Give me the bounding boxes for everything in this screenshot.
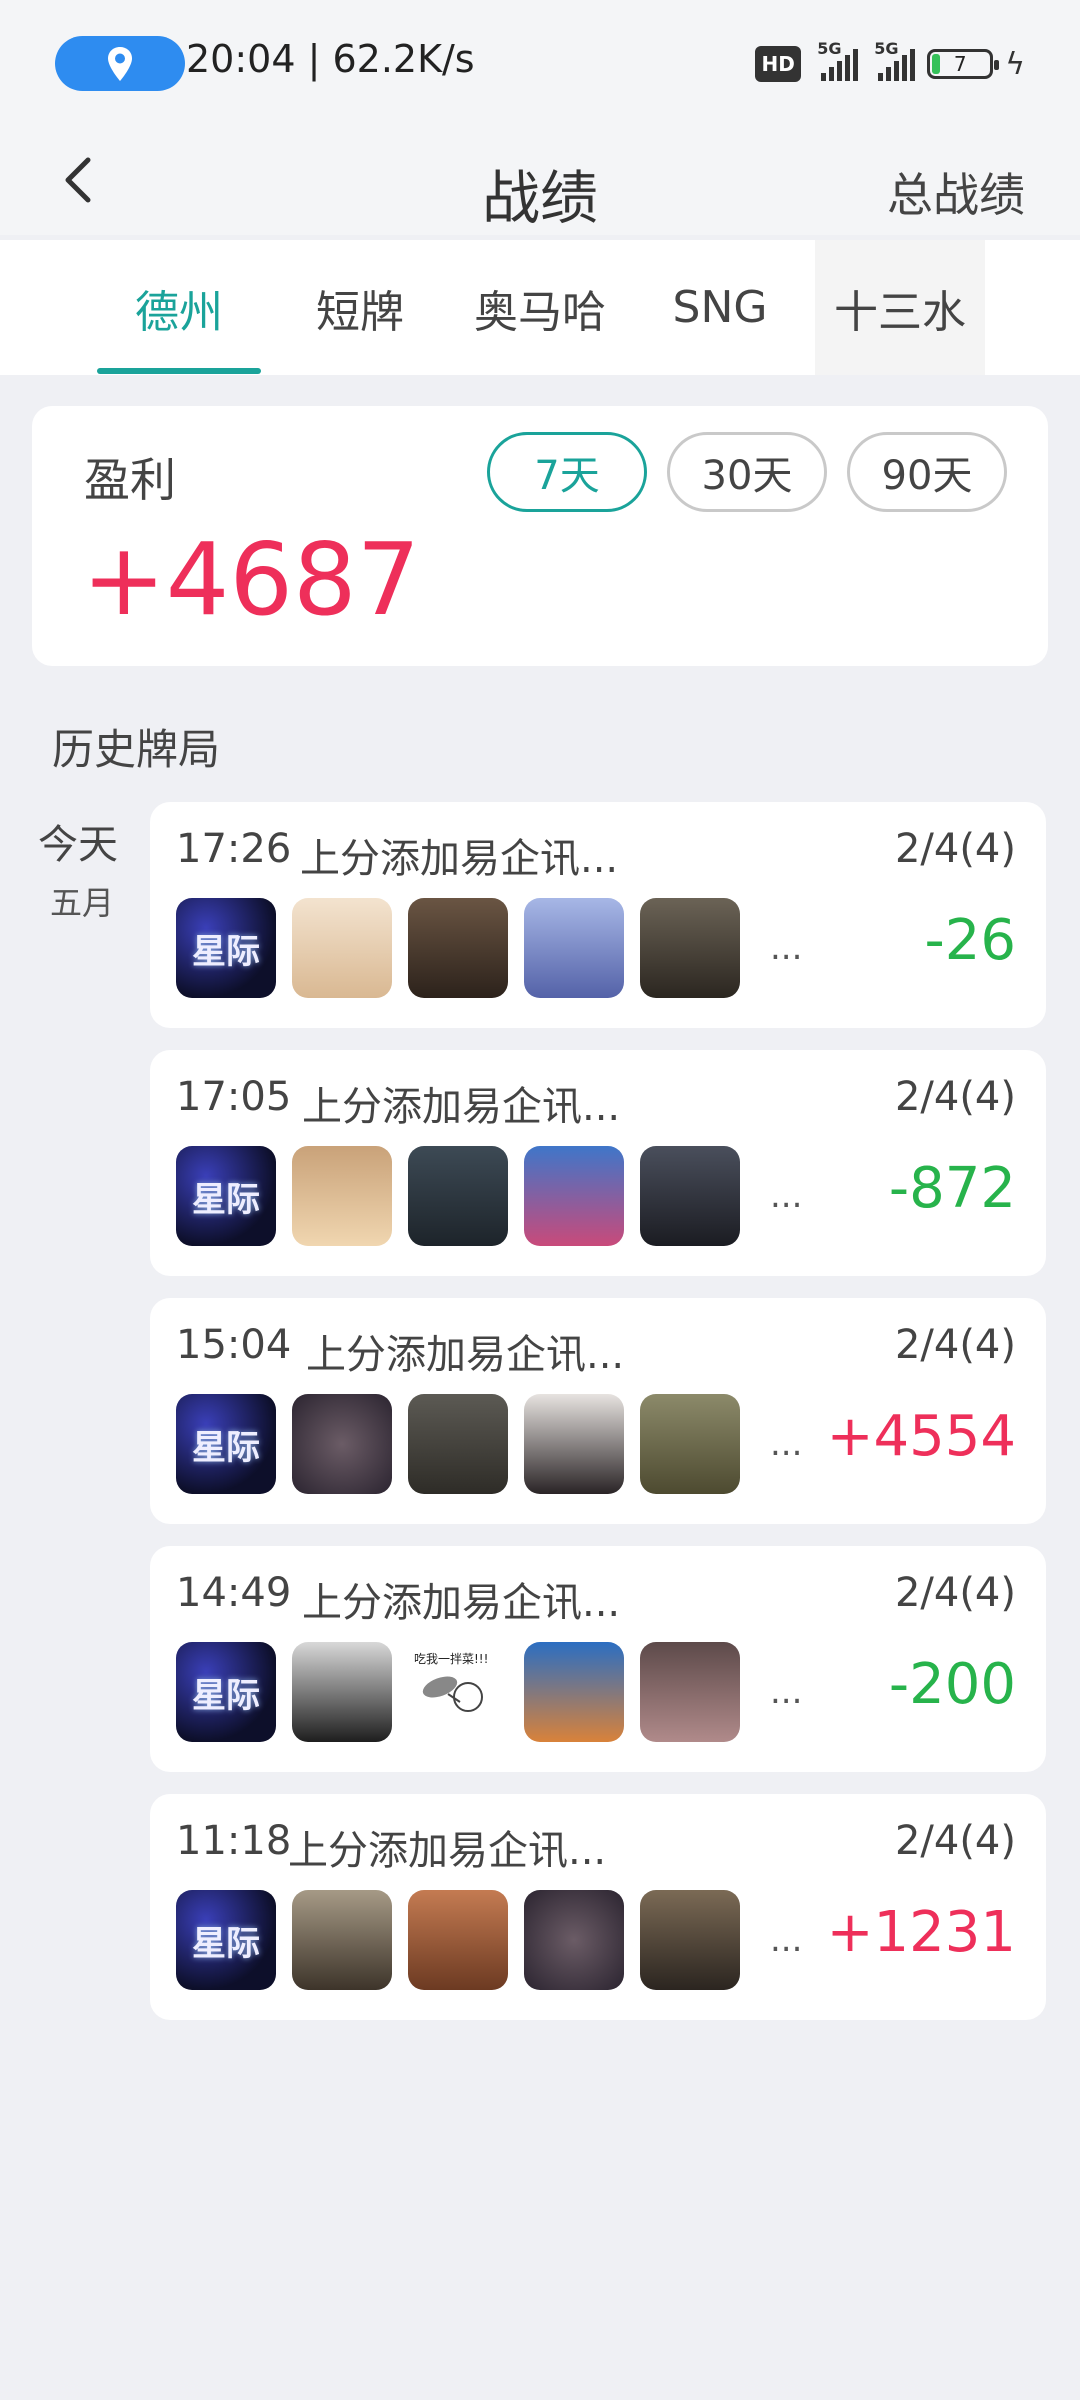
game-card[interactable]: 11:18 上分添加易企讯... 2/4(4) 星际 ... +1231 <box>150 1794 1046 2020</box>
status-bar: 20:04 | 62.2K/s HD 5G 5G 7 ϟ <box>0 0 1080 125</box>
avatar[interactable]: 星际 <box>176 1146 276 1246</box>
range-30d-button[interactable]: 30天 <box>667 432 827 512</box>
signal-1-icon: 5G <box>813 39 859 81</box>
avatar[interactable] <box>524 1394 624 1494</box>
game-player-count: 2/4(4) <box>894 1074 1016 1120</box>
location-pin-icon <box>108 47 132 81</box>
avatar[interactable]: 星际 <box>176 1394 276 1494</box>
game-name: 上分添加易企讯... <box>302 1580 621 1626</box>
avatar[interactable] <box>408 898 508 998</box>
player-avatars: 星际 ... <box>176 1394 802 1494</box>
game-time: 17:05 <box>176 1074 292 1120</box>
avatar[interactable] <box>524 1642 624 1742</box>
game-name: 上分添加易企讯... <box>288 1828 607 1874</box>
game-type-tabs: 德州 短牌 奥马哈 SNG 十三水 <box>0 240 1080 375</box>
game-player-count: 2/4(4) <box>894 826 1016 872</box>
avatar[interactable] <box>292 1642 392 1742</box>
game-card[interactable]: 17:26 上分添加易企讯... 2/4(4) 星际 ... -26 <box>150 802 1046 1028</box>
history-title: 历史牌局 <box>52 725 221 774</box>
avatar[interactable] <box>524 1890 624 1990</box>
game-player-count: 2/4(4) <box>894 1818 1016 1864</box>
more-players-ellipsis: ... <box>770 1672 803 1712</box>
game-time: 14:49 <box>176 1570 292 1616</box>
game-player-count: 2/4(4) <box>894 1322 1016 1368</box>
game-time: 17:26 <box>176 826 292 872</box>
tab-short-deck[interactable]: 短牌 <box>290 240 430 375</box>
avatar[interactable] <box>292 898 392 998</box>
avatar[interactable] <box>640 898 740 998</box>
meme-drawing <box>422 1676 483 1712</box>
game-card[interactable]: 14:49 上分添加易企讯... 2/4(4) 星际 吃我一拌菜!!! ... … <box>150 1546 1046 1772</box>
game-result: +4554 <box>826 1404 1016 1469</box>
active-tab-indicator <box>97 368 261 374</box>
total-stats-link[interactable]: 总战绩 <box>887 159 1025 225</box>
nav-bar: 战绩 总战绩 <box>0 125 1080 235</box>
game-result: +1231 <box>826 1900 1016 1965</box>
signal-2-icon: 5G <box>870 39 916 81</box>
game-card[interactable]: 17:05 上分添加易企讯... 2/4(4) 星际 ... -872 <box>150 1050 1046 1276</box>
profit-label: 盈利 <box>84 453 176 507</box>
profit-value: +4687 <box>82 521 421 638</box>
avatar[interactable] <box>524 1146 624 1246</box>
avatar[interactable] <box>292 1394 392 1494</box>
avatar[interactable] <box>408 1146 508 1246</box>
tab-thirteen[interactable]: 十三水 <box>815 240 985 375</box>
avatar[interactable] <box>640 1642 740 1742</box>
status-icons: HD 5G 5G 7 ϟ <box>755 39 1025 88</box>
game-name: 上分添加易企讯... <box>302 1084 621 1130</box>
game-name: 上分添加易企讯... <box>300 836 619 882</box>
location-pill[interactable] <box>55 36 185 91</box>
more-players-ellipsis: ... <box>770 1920 803 1960</box>
more-players-ellipsis: ... <box>770 928 803 968</box>
tab-texas[interactable]: 德州 <box>97 240 261 375</box>
battery-icon: 7 <box>927 49 1000 79</box>
avatar[interactable] <box>640 1890 740 1990</box>
game-time: 11:18 <box>176 1818 292 1864</box>
game-player-count: 2/4(4) <box>894 1570 1016 1616</box>
game-result: -872 <box>888 1156 1016 1221</box>
avatar[interactable] <box>640 1394 740 1494</box>
date-day: 今天 <box>38 822 118 868</box>
date-month: 五月 <box>50 884 115 922</box>
avatar[interactable]: 星际 <box>176 1890 276 1990</box>
battery-level: 7 <box>953 52 967 76</box>
hd-badge: HD <box>755 46 802 82</box>
avatar[interactable]: 星际 <box>176 898 276 998</box>
status-time-speed: 20:04 | 62.2K/s <box>186 37 475 81</box>
bolt-icon: ϟ <box>1005 46 1025 82</box>
avatar[interactable] <box>292 1890 392 1990</box>
game-result: -200 <box>888 1652 1016 1717</box>
game-time: 15:04 <box>176 1322 292 1368</box>
avatar[interactable] <box>524 898 624 998</box>
profit-card: 盈利 +4687 7天 30天 90天 <box>32 406 1048 666</box>
player-avatars: 星际 ... <box>176 1146 802 1246</box>
game-result: -26 <box>924 908 1016 973</box>
avatar[interactable]: 吃我一拌菜!!! <box>408 1642 508 1742</box>
avatar[interactable] <box>408 1890 508 1990</box>
player-avatars: 星际 吃我一拌菜!!! ... <box>176 1642 802 1742</box>
avatar[interactable] <box>292 1146 392 1246</box>
avatar[interactable]: 星际 <box>176 1642 276 1742</box>
player-avatars: 星际 ... <box>176 1890 802 1990</box>
player-avatars: 星际 ... <box>176 898 802 998</box>
game-card[interactable]: 15:04 上分添加易企讯... 2/4(4) 星际 ... +4554 <box>150 1298 1046 1524</box>
avatar[interactable] <box>408 1394 508 1494</box>
game-name: 上分添加易企讯... <box>306 1332 625 1378</box>
more-players-ellipsis: ... <box>770 1424 803 1464</box>
avatar[interactable] <box>640 1146 740 1246</box>
range-90d-button[interactable]: 90天 <box>847 432 1007 512</box>
range-7d-button[interactable]: 7天 <box>487 432 647 512</box>
tab-omaha[interactable]: 奥马哈 <box>460 240 620 375</box>
more-players-ellipsis: ... <box>770 1176 803 1216</box>
tab-sng[interactable]: SNG <box>650 240 790 375</box>
